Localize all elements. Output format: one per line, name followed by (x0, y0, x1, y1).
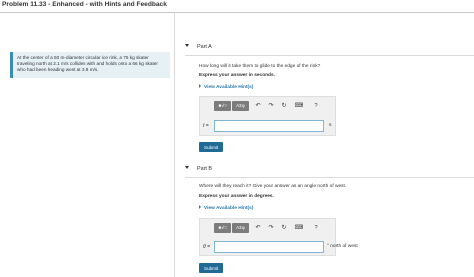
part-b-answer-input[interactable] (214, 241, 324, 253)
part-a-hint-label: View Available Hint(s) (204, 85, 254, 90)
templates-button[interactable]: ■√□ (214, 222, 231, 233)
undo-icon[interactable]: ↶ (253, 223, 263, 233)
part-b-hint-link[interactable]: View Available Hint(s) (199, 205, 253, 211)
part-b-header[interactable]: Part B (185, 166, 212, 172)
part-a-label: Part A (197, 44, 212, 50)
part-a-submit-button[interactable]: Submit (199, 142, 224, 152)
part-b-unit: ° north of west (327, 244, 358, 249)
expand-triangle-icon (199, 205, 201, 209)
part-a-answer-input[interactable] (214, 120, 324, 132)
help-icon[interactable]: ? (311, 223, 321, 233)
part-b-answer-panel: ■√□ AΣφ ↶ ↷ ↻ ⌨ ? θ = ° north of west (199, 218, 358, 256)
expand-triangle-icon (199, 84, 201, 88)
reset-icon[interactable]: ↻ (279, 101, 289, 111)
help-icon[interactable]: ? (311, 101, 321, 111)
part-a-hint-link[interactable]: View Available Hint(s) (199, 84, 253, 90)
redo-icon[interactable]: ↷ (266, 223, 276, 233)
reset-icon[interactable]: ↻ (279, 223, 289, 233)
part-b-question: Where will they reach it? Give your answ… (199, 184, 347, 189)
part-b-math-toolbar: ■√□ AΣφ ↶ ↷ ↻ ⌨ ? (214, 222, 324, 233)
part-b-submit-button[interactable]: Submit (199, 263, 224, 273)
part-a-divider (185, 55, 474, 56)
part-b-divider (185, 177, 474, 178)
column-divider (174, 13, 175, 277)
greek-symbols-button[interactable]: AΣφ (232, 222, 249, 233)
part-a-unit: s (329, 123, 332, 128)
keyboard-icon[interactable]: ⌨ (294, 223, 304, 233)
part-a-header[interactable]: Part A (185, 44, 212, 50)
collapse-triangle-icon (185, 166, 189, 169)
templates-button[interactable]: ■√□ (214, 100, 231, 111)
undo-icon[interactable]: ↶ (253, 101, 263, 111)
part-a-variable-label: t = (203, 123, 209, 129)
part-b-hint-label: View Available Hint(s) (204, 206, 254, 211)
part-b-variable-label: θ = (203, 244, 211, 250)
problem-statement: At the center of a 50 m-diameter circula… (10, 52, 170, 78)
page-title: Problem 11.33 - Enhanced - with Hints an… (2, 1, 167, 8)
collapse-triangle-icon (185, 44, 189, 47)
part-a-express: Express your answer in seconds. (199, 73, 275, 78)
part-b-express: Express your answer in degrees. (199, 194, 274, 199)
redo-icon[interactable]: ↷ (266, 101, 276, 111)
keyboard-icon[interactable]: ⌨ (294, 101, 304, 111)
part-b-label: Part B (197, 166, 212, 172)
part-a-math-toolbar: ■√□ AΣφ ↶ ↷ ↻ ⌨ ? (214, 100, 324, 111)
part-a-answer-panel: ■√□ AΣφ ↶ ↷ ↻ ⌨ ? t = s (199, 96, 336, 136)
part-a-question: How long will it take them to glide to t… (199, 64, 321, 69)
greek-symbols-button[interactable]: AΣφ (232, 100, 249, 111)
title-divider (0, 12, 474, 13)
